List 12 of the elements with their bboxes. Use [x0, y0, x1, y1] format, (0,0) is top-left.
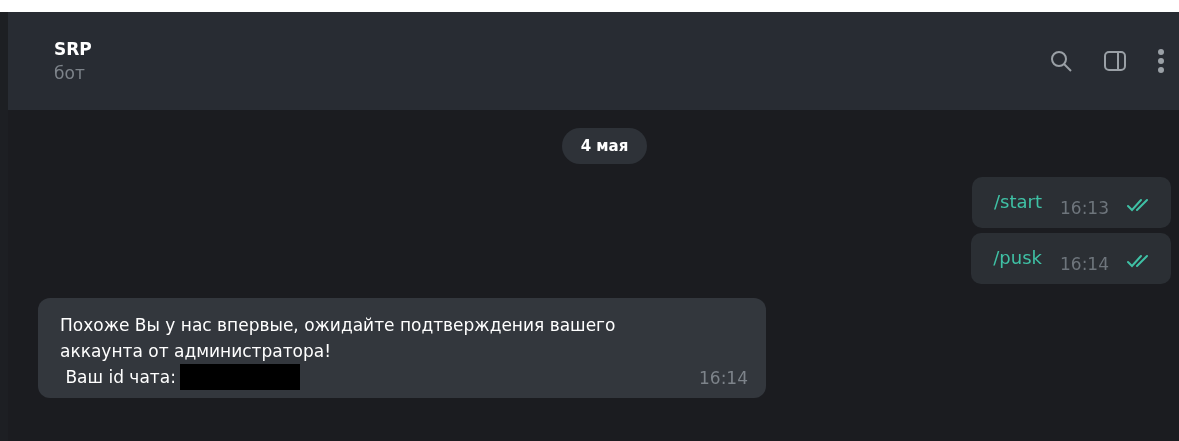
chat-subtitle: бот	[54, 63, 86, 83]
more-icon[interactable]	[1157, 48, 1165, 74]
command-link[interactable]: /start	[994, 191, 1042, 218]
message-time: 16:14	[1060, 254, 1109, 274]
message-time: 16:14	[699, 368, 748, 388]
side-panel-icon[interactable]	[1103, 50, 1127, 72]
chat-title: SRP	[54, 39, 93, 59]
message-time: 16:13	[1060, 198, 1109, 218]
command-link[interactable]: /pusk	[993, 247, 1042, 274]
search-icon[interactable]	[1049, 49, 1073, 73]
date-pill: 4 мая	[561, 128, 648, 164]
message-text: Похоже Вы у нас впервые, ожидайте подтверждения вашего аккаунта от администратора! Ваш id чата:	[60, 315, 616, 387]
